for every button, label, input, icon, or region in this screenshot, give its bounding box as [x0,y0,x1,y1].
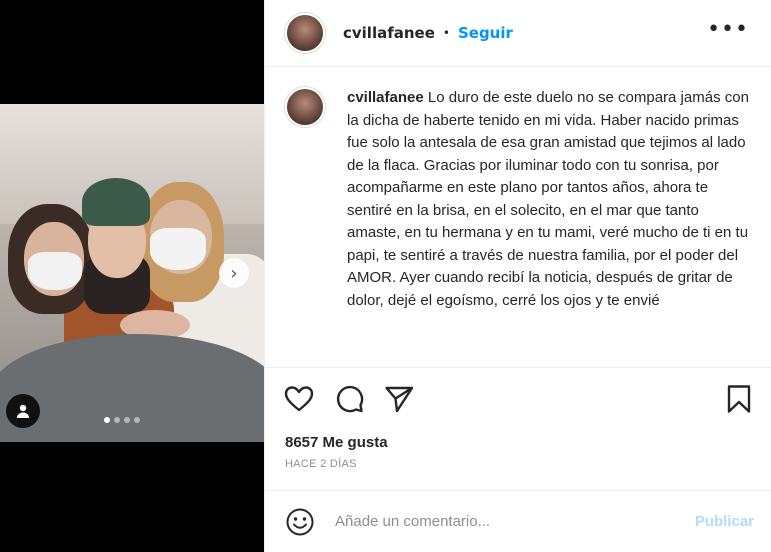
comment-input[interactable] [335,513,695,530]
heart-icon[interactable] [283,383,315,415]
separator-dot: • [442,26,450,40]
caption-text: Lo duro de este duelo no se compara jamá… [347,89,749,309]
avatar[interactable] [285,13,325,53]
carousel-dot [114,417,120,423]
tagged-users-button[interactable] [6,394,40,428]
username[interactable]: cvillafanee [343,24,435,42]
carousel-indicator [104,417,140,423]
bookmark-icon[interactable] [723,383,755,415]
post-panel: cvillafanee • Seguir ••• cvillafanee Lo … [264,0,771,552]
carousel-dot [134,417,140,423]
action-bar [265,367,771,423]
chevron-right-icon: › [230,262,238,284]
publish-button[interactable]: Publicar [695,513,754,530]
carousel-next-button[interactable]: › [219,258,249,288]
caption: cvillafanee Lo duro de este duelo no se … [347,87,750,312]
follow-button[interactable]: Seguir [458,24,513,42]
comment-bar: Publicar [265,490,771,552]
avatar[interactable] [285,87,325,127]
comment-icon[interactable] [333,383,365,415]
paper-plane-icon[interactable] [383,383,415,415]
carousel-dot [104,417,110,423]
post-timestamp[interactable]: HACE 2 DÍAS [285,458,357,470]
post-media: › [0,0,264,552]
caption-area: cvillafanee Lo duro de este duelo no se … [265,67,771,367]
carousel-dot [124,417,130,423]
like-count[interactable]: 8657 Me gusta [285,434,388,451]
post-header: cvillafanee • Seguir ••• [265,0,771,67]
smiley-icon[interactable] [285,507,315,537]
caption-username[interactable]: cvillafanee [347,89,424,106]
user-icon [17,404,29,418]
more-options-icon[interactable]: ••• [707,19,749,41]
